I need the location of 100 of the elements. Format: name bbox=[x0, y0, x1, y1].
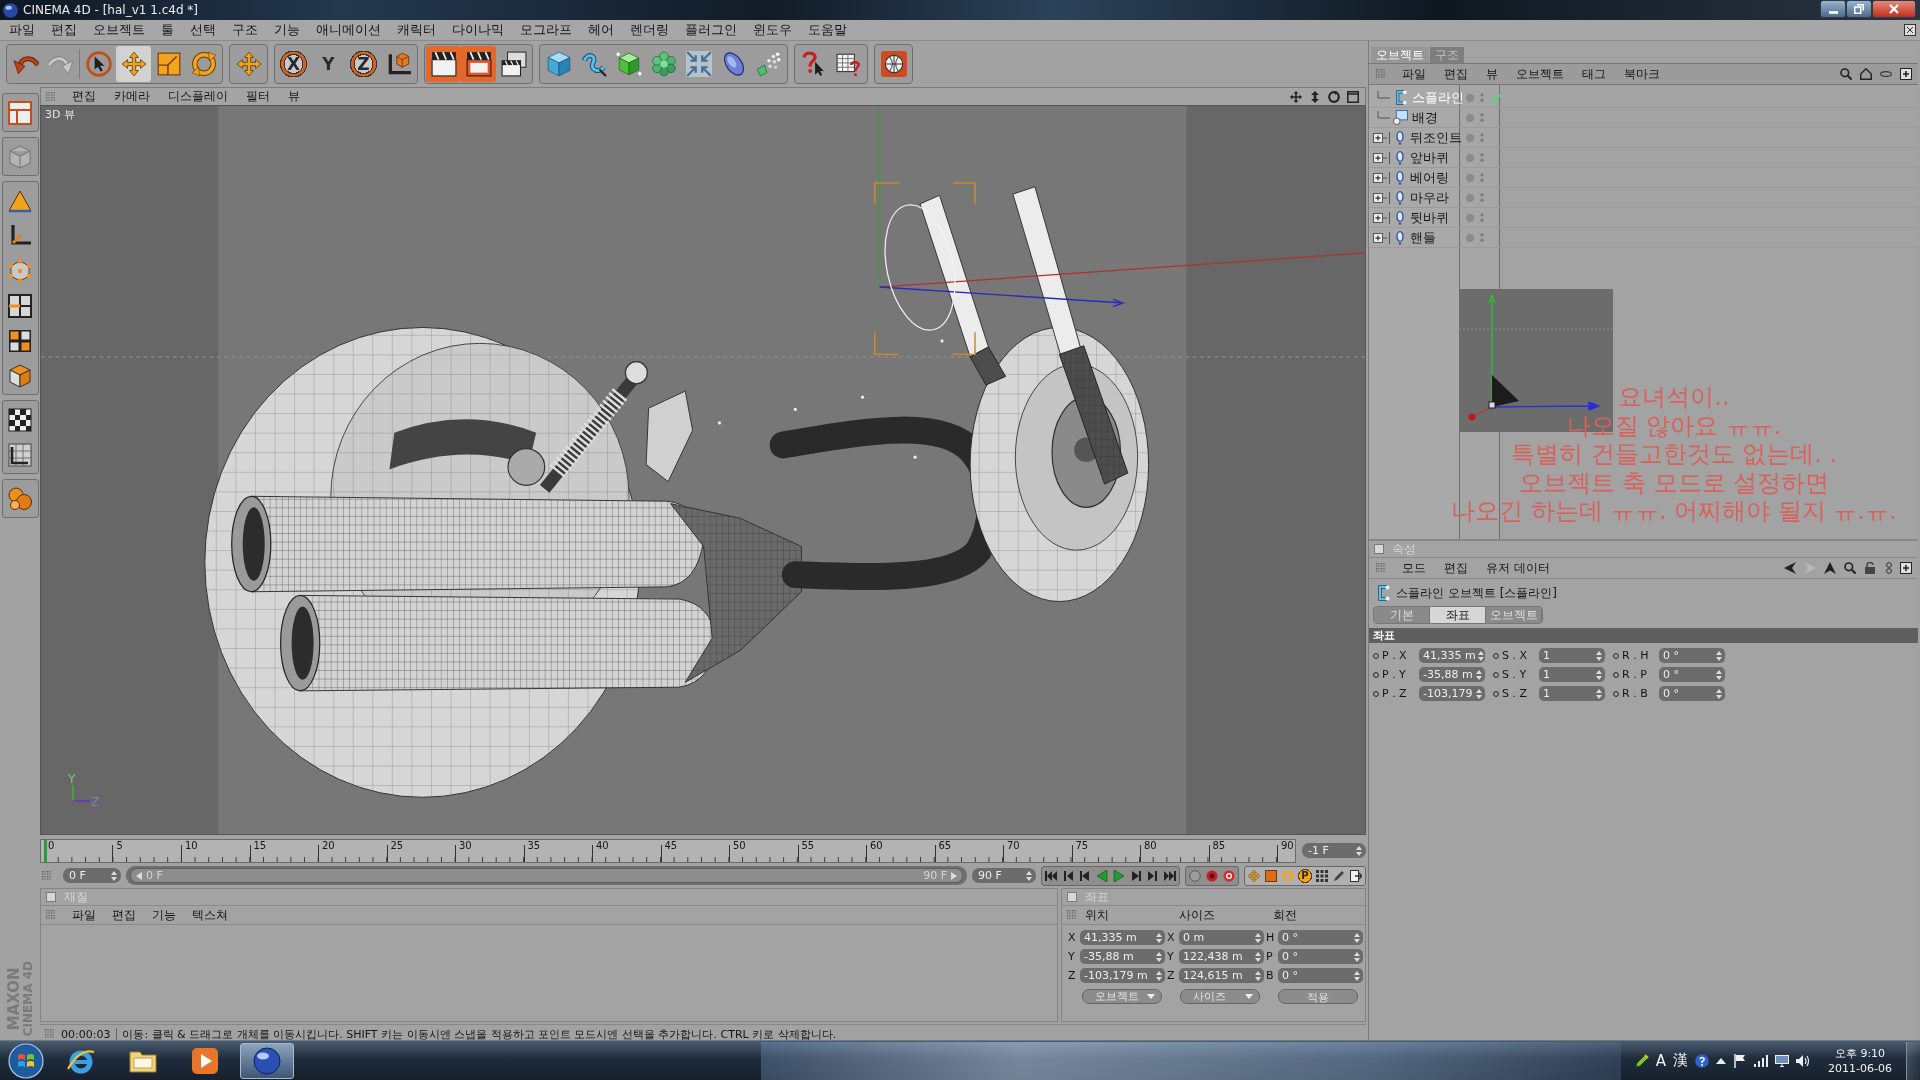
spinner-arrows-icon[interactable] bbox=[1026, 870, 1032, 881]
menu-item[interactable]: 뷰 bbox=[280, 88, 308, 105]
number-field[interactable]: 0 ° bbox=[1659, 648, 1725, 663]
number-field[interactable]: 0 ° bbox=[1659, 686, 1725, 701]
number-field[interactable]: 0 ° bbox=[1278, 949, 1363, 964]
left-arrow-icon[interactable] bbox=[136, 871, 142, 880]
menu-item[interactable]: 다이나믹 bbox=[444, 20, 512, 40]
number-field[interactable]: 0 ° bbox=[1278, 968, 1363, 983]
expand-plus-icon[interactable] bbox=[1373, 130, 1391, 145]
menu-item[interactable]: 편집 bbox=[43, 20, 85, 40]
layer-dot-icon[interactable] bbox=[1466, 213, 1474, 222]
clock[interactable]: 오후 9:10 2011-06-06 bbox=[1828, 1045, 1892, 1076]
ime-mode-button[interactable]: A bbox=[1655, 1051, 1667, 1070]
visibility-dots-icon[interactable] bbox=[1480, 232, 1484, 243]
visibility-dots-icon[interactable] bbox=[1480, 152, 1484, 163]
layer-dot-icon[interactable] bbox=[1466, 193, 1474, 202]
spinner-arrows-icon[interactable] bbox=[1255, 951, 1261, 962]
move-tool-button[interactable] bbox=[116, 46, 151, 82]
keyframe-circle-icon[interactable] bbox=[1373, 690, 1379, 697]
number-field[interactable]: -103,179 m bbox=[1080, 968, 1165, 983]
current-frame-field[interactable]: -1 F bbox=[1302, 843, 1366, 858]
keyframe-circle-icon[interactable] bbox=[1373, 652, 1379, 659]
spinner-arrows-icon[interactable] bbox=[1156, 932, 1162, 943]
spinner-arrows-icon[interactable] bbox=[1596, 688, 1602, 699]
menu-item[interactable]: 편집 bbox=[1436, 559, 1476, 577]
menu-item[interactable]: 렌더링 bbox=[622, 20, 677, 40]
spinner-arrows-icon[interactable] bbox=[1477, 650, 1484, 661]
playhead-marker[interactable] bbox=[44, 839, 47, 862]
key-button[interactable] bbox=[1314, 867, 1330, 884]
menu-item[interactable]: 텍스쳐 bbox=[186, 906, 234, 924]
number-field[interactable]: 1 bbox=[1539, 648, 1605, 663]
visibility-dots-icon[interactable] bbox=[1480, 112, 1484, 123]
right-arrow-icon[interactable] bbox=[951, 871, 957, 880]
layer-dot-icon[interactable] bbox=[1466, 153, 1474, 162]
menu-item[interactable]: 디스플레이 bbox=[160, 88, 236, 105]
layer-dot-icon[interactable] bbox=[1466, 173, 1474, 182]
zoom-arrows-icon[interactable] bbox=[1309, 90, 1321, 103]
keyframe-circle-icon[interactable] bbox=[1613, 690, 1619, 697]
back-arrow-icon[interactable] bbox=[1784, 562, 1796, 574]
spinner-arrows-icon[interactable] bbox=[1356, 845, 1362, 856]
spinner-arrows-icon[interactable] bbox=[1476, 688, 1482, 699]
keyframe-circle-icon[interactable] bbox=[1613, 671, 1619, 678]
expand-plus-icon[interactable] bbox=[1373, 210, 1391, 225]
home-icon[interactable] bbox=[1860, 68, 1872, 80]
minimize-button[interactable] bbox=[1820, 0, 1846, 18]
spinner-arrows-icon[interactable] bbox=[1354, 951, 1360, 962]
monitor-icon[interactable] bbox=[1775, 1053, 1790, 1068]
menu-item[interactable]: 캐릭터 bbox=[389, 20, 444, 40]
keyframe-circle-icon[interactable] bbox=[1493, 671, 1499, 678]
panel-toggle-icon[interactable] bbox=[46, 892, 56, 902]
up-arrow-icon[interactable] bbox=[1824, 562, 1836, 574]
layer-dot-icon[interactable] bbox=[1466, 233, 1474, 242]
spinner-arrows-icon[interactable] bbox=[1716, 650, 1722, 661]
timeline-ruler[interactable]: 0 5 10 15 20 25 30 35 40 45 50 55 60 65 70 75 80 85 90 bbox=[40, 838, 1296, 863]
menu-item[interactable]: 툴 bbox=[153, 20, 182, 40]
number-field[interactable]: -103,179 bbox=[1419, 686, 1485, 701]
number-field[interactable]: 1 bbox=[1539, 686, 1605, 701]
menu-item[interactable]: 카메라 bbox=[106, 88, 158, 105]
visibility-dots-icon[interactable] bbox=[1480, 132, 1484, 143]
menu-item[interactable]: 모드 bbox=[1394, 559, 1434, 577]
search-icon[interactable] bbox=[1844, 562, 1856, 574]
key-button[interactable] bbox=[1348, 867, 1364, 884]
spinner-arrows-icon[interactable] bbox=[1156, 970, 1162, 981]
menu-item[interactable]: 파일 bbox=[1394, 65, 1434, 83]
menu-item[interactable]: 오브젝트 bbox=[1508, 65, 1572, 83]
move-arrows-icon[interactable] bbox=[1290, 90, 1302, 103]
expand-plus-icon[interactable] bbox=[1373, 170, 1391, 185]
menu-item[interactable]: 편집 bbox=[64, 88, 104, 105]
taskbar-app-button[interactable] bbox=[240, 1042, 294, 1079]
spinner-arrows-icon[interactable] bbox=[1354, 970, 1360, 981]
expand-plus-icon[interactable] bbox=[1373, 230, 1391, 245]
object-row[interactable]: 베어링 bbox=[1369, 168, 1918, 188]
flag-icon[interactable] bbox=[1733, 1053, 1748, 1068]
render-button[interactable] bbox=[461, 46, 496, 82]
number-field[interactable]: 0 m bbox=[1179, 930, 1264, 945]
number-field[interactable]: 124,615 m bbox=[1179, 968, 1264, 983]
number-field[interactable]: 41,335 m bbox=[1419, 648, 1485, 663]
visibility-dots-icon[interactable] bbox=[1480, 172, 1484, 183]
number-field[interactable]: 0 ° bbox=[1659, 667, 1725, 682]
speaker-icon[interactable] bbox=[1796, 1053, 1811, 1068]
object-row[interactable]: 핸들 bbox=[1369, 228, 1918, 248]
signal-bars-icon[interactable] bbox=[1754, 1053, 1769, 1068]
number-field[interactable]: 41,335 m bbox=[1080, 930, 1165, 945]
layout-restore-icon[interactable] bbox=[1904, 24, 1916, 36]
expand-plus-icon[interactable] bbox=[1373, 150, 1391, 165]
viewport-3d[interactable]: Y Z 3D 뷰 bbox=[40, 105, 1366, 835]
pen-tool-icon[interactable] bbox=[1634, 1053, 1649, 1068]
number-field[interactable]: 0 ° bbox=[1278, 930, 1363, 945]
menu-item[interactable]: 파일 bbox=[1, 20, 43, 40]
attribute-tab[interactable]: 좌표 bbox=[1430, 607, 1486, 623]
menu-item[interactable]: 편집 bbox=[1436, 65, 1476, 83]
visibility-dots-icon[interactable] bbox=[1480, 212, 1484, 223]
number-field[interactable]: 122,438 m bbox=[1179, 949, 1264, 964]
menu-item[interactable]: 구조 bbox=[224, 20, 266, 40]
menu-item[interactable]: 편집 bbox=[106, 906, 142, 924]
menu-item[interactable]: 애니메이션 bbox=[308, 20, 389, 40]
panel-toggle-icon[interactable] bbox=[1067, 892, 1077, 902]
spinner-arrows-icon[interactable] bbox=[1354, 932, 1360, 943]
menu-item[interactable]: 플러그인 bbox=[677, 20, 745, 40]
restore-button[interactable] bbox=[1846, 0, 1872, 18]
